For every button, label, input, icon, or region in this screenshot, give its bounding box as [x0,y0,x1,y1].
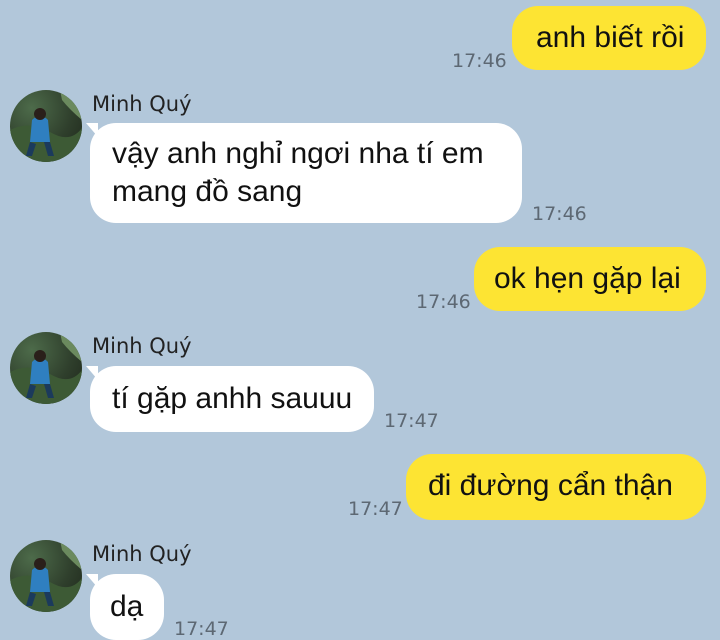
contact-avatar[interactable] [10,90,82,162]
message-text-line: vậy anh nghỉ ngơi nha tí em [112,137,484,170]
message-text: đi đường cẩn thận [428,469,673,502]
avatar-photo-icon [10,540,82,612]
message-bubble-outgoing[interactable]: ok hẹn gặp lại [474,247,706,311]
message-text: dạ [110,590,144,623]
message-timestamp: 17:47 [384,410,439,432]
message-bubble-incoming[interactable]: dạ [90,574,164,640]
message-timestamp: 17:47 [348,498,403,520]
message-text: tí gặp anhh sauuu [112,382,353,415]
message-text: ok hẹn gặp lại [494,262,681,295]
contact-avatar[interactable] [10,540,82,612]
message-text: anh biết rồi [536,21,685,54]
sender-name: Minh Quý [92,92,192,116]
message-timestamp: 17:46 [532,203,587,225]
message-timestamp: 17:47 [174,618,229,640]
message-text-line: mang đồ sang [112,175,303,208]
avatar-photo-icon [10,90,82,162]
message-timestamp: 17:46 [416,291,471,313]
sender-name: Minh Quý [92,542,192,566]
contact-avatar[interactable] [10,332,82,404]
message-bubble-incoming[interactable]: vậy anh nghỉ ngơi nha tí em mang đồ sang [90,123,522,223]
message-bubble-outgoing[interactable]: anh biết rồi [512,6,706,70]
sender-name: Minh Quý [92,334,192,358]
message-bubble-incoming[interactable]: tí gặp anhh sauuu [90,366,374,432]
avatar-photo-icon [10,332,82,404]
message-timestamp: 17:46 [452,50,507,72]
message-bubble-outgoing[interactable]: đi đường cẩn thận [406,454,706,520]
